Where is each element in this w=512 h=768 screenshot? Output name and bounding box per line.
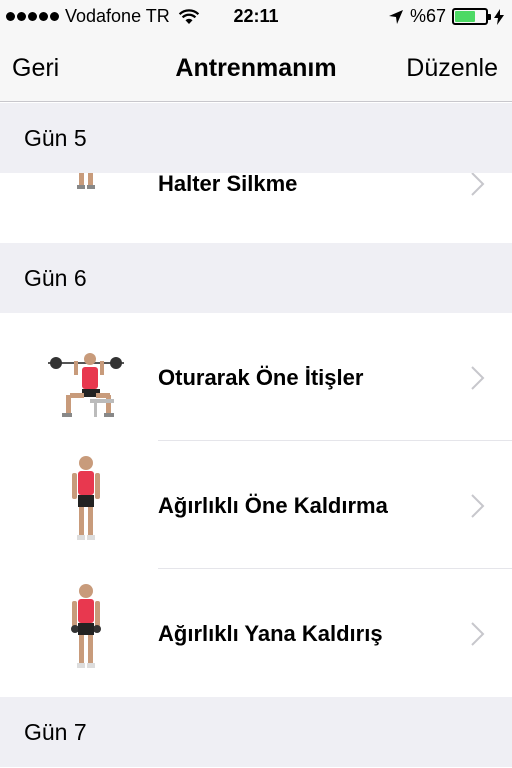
navigation-bar: Geri Antrenmanım Düzenle: [0, 34, 512, 102]
battery-level: [455, 11, 476, 22]
status-right: %67: [388, 6, 504, 27]
section-header: Gün 7: [0, 697, 512, 767]
exercise-label: Oturarak Öne İtişler: [158, 365, 364, 390]
battery-percent: %67: [409, 6, 446, 26]
charging-bolt-icon: [494, 8, 504, 25]
seated-press-figure-icon: [48, 353, 124, 417]
list-item[interactable]: Oturarak Öne İtişler: [0, 313, 512, 441]
exercise-label: Halter Silkme: [158, 171, 298, 196]
workout-list[interactable]: Halter Silkme Gün 5 Gün 6 Oturarak Öne İ…: [0, 103, 512, 768]
status-bar: Vodafone TR 22:11 %67: [0, 0, 512, 34]
battery-icon: [452, 8, 491, 25]
section-title: Gün 7: [24, 719, 87, 745]
chevron-right-icon: [471, 366, 485, 390]
location-arrow-icon: [388, 9, 403, 24]
section-header: Gün 5: [0, 103, 512, 173]
chevron-right-icon: [471, 494, 485, 518]
chevron-right-icon: [471, 622, 485, 646]
section-title: Gün 5: [24, 125, 87, 151]
lateral-raise-figure-icon: [71, 584, 101, 668]
section-title: Gün 6: [24, 265, 87, 291]
front-raise-figure-icon: [72, 456, 100, 540]
list-item[interactable]: Ağırlıklı Öne Kaldırma: [0, 441, 512, 569]
exercise-label: Ağırlıklı Öne Kaldırma: [158, 493, 388, 518]
list-item[interactable]: Ağırlıklı Yana Kaldırış: [0, 569, 512, 697]
section-header: Gün 6: [0, 243, 512, 313]
chevron-right-icon: [471, 172, 485, 196]
edit-button[interactable]: Düzenle: [406, 54, 498, 83]
exercise-label: Ağırlıklı Yana Kaldırış: [158, 621, 383, 646]
